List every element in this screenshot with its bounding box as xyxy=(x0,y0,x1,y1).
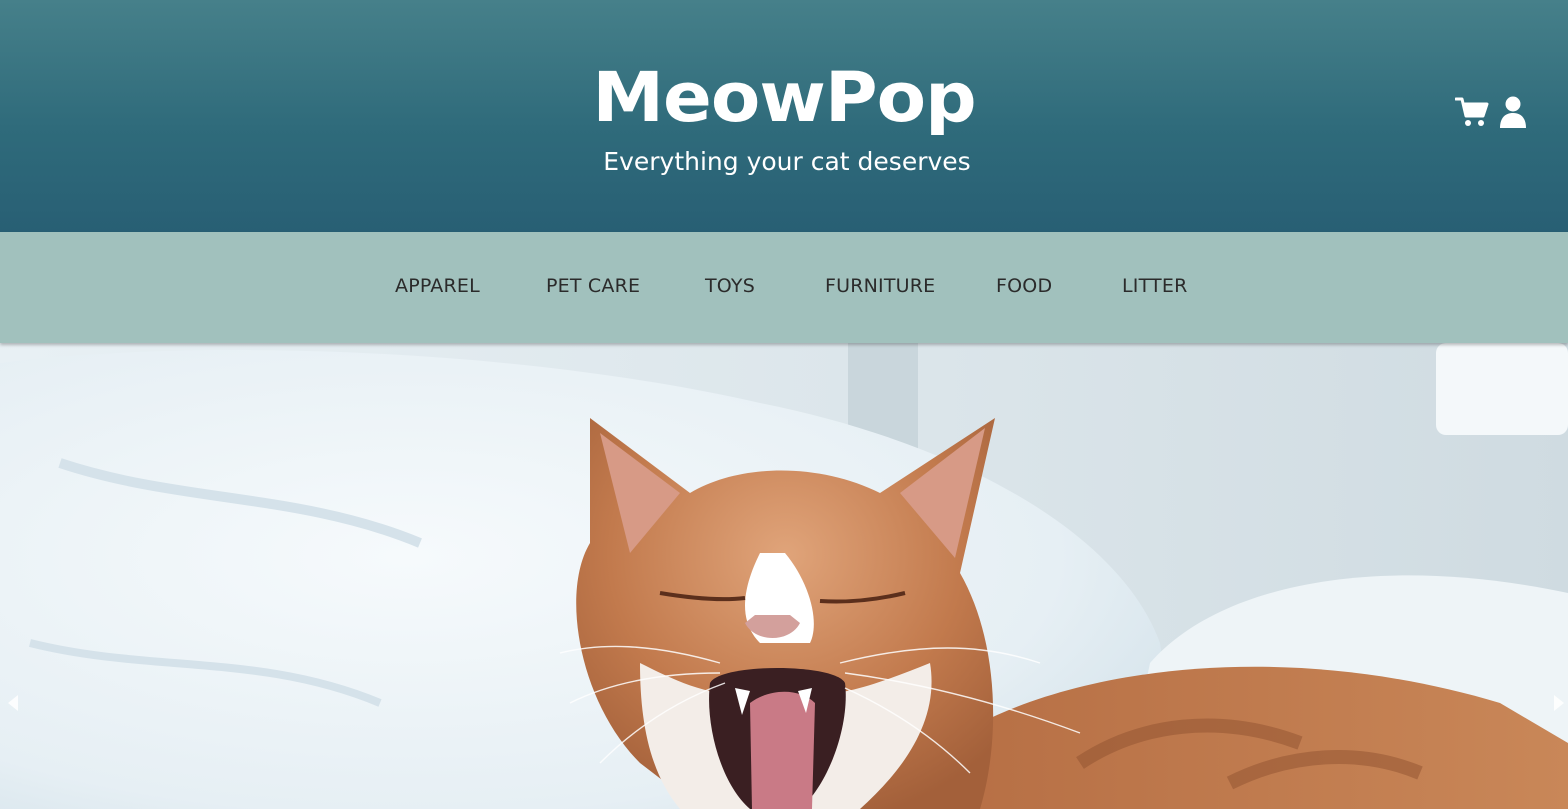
cart-icon[interactable] xyxy=(1454,96,1489,132)
chevron-right-icon[interactable] xyxy=(1550,693,1568,713)
user-icon[interactable] xyxy=(1499,96,1527,132)
category-nav: APPAREL PET CARE TOYS FURNITURE FOOD LIT… xyxy=(0,232,1568,343)
site-header: MeowPop Everything your cat deserves xyxy=(0,0,1568,232)
category-nav-list: APPAREL PET CARE TOYS FURNITURE FOOD LIT… xyxy=(0,232,1568,343)
brand-tagline: Everything your cat deserves xyxy=(603,147,971,176)
header-actions xyxy=(1454,96,1527,132)
nav-item-toys[interactable]: TOYS xyxy=(705,275,755,297)
hero-carousel xyxy=(0,343,1568,809)
nav-item-furniture[interactable]: FURNITURE xyxy=(825,275,935,297)
nav-item-apparel[interactable]: APPAREL xyxy=(395,275,480,297)
hero-image xyxy=(0,343,1568,809)
nav-item-food[interactable]: FOOD xyxy=(996,275,1052,297)
brand-logo[interactable]: MeowPop xyxy=(0,60,1568,134)
nav-item-litter[interactable]: LITTER xyxy=(1122,275,1187,297)
nav-item-pet-care[interactable]: PET CARE xyxy=(546,275,640,297)
chevron-left-icon[interactable] xyxy=(4,693,22,713)
